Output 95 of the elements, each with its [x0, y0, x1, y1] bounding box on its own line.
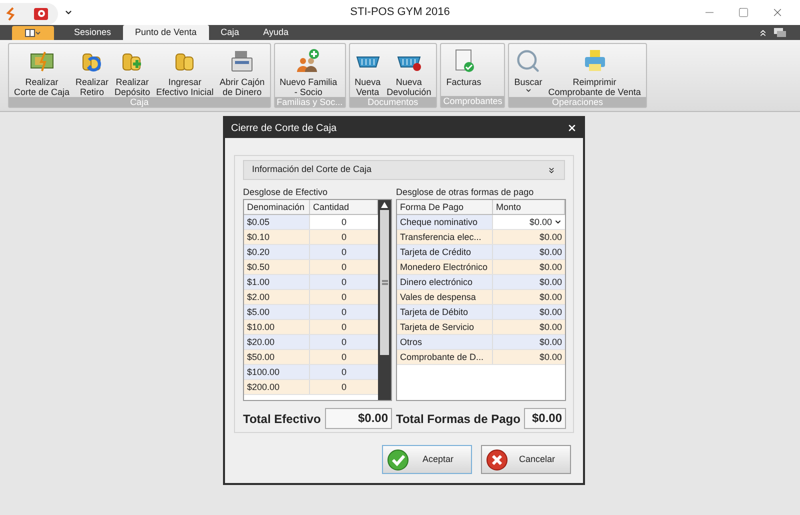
search-icon: [515, 48, 542, 74]
total-label: Total Formas de Pago: [396, 410, 520, 428]
column-header[interactable]: Monto: [493, 200, 565, 214]
menu-icon: [25, 29, 41, 37]
ribbon-tab[interactable]: Ayuda: [251, 25, 300, 40]
table-cell: $0.50: [244, 260, 310, 274]
table-cell: Tarjeta de Servicio: [397, 320, 493, 334]
power-icon[interactable]: [34, 8, 48, 20]
table-cell[interactable]: 0: [310, 335, 378, 349]
table-cell: $100.00: [244, 365, 310, 379]
cancel-icon: [486, 448, 508, 470]
people-add-icon: [295, 48, 322, 74]
column-header[interactable]: Denominación: [244, 200, 310, 214]
table-cell: $2.00: [244, 290, 310, 304]
dialog-title: Cierre de Corte de Caja: [231, 122, 337, 136]
caret-icon: [524, 87, 532, 94]
ribbon-tab[interactable]: Punto de Venta: [123, 25, 209, 40]
window-title: STI-POS GYM 2016: [350, 5, 450, 20]
table-cell: Comprobante de D...: [397, 350, 493, 364]
cash-register-icon: [229, 48, 256, 74]
ribbon-button[interactable]: Nueva Devolución: [384, 44, 434, 97]
windows-icon[interactable]: [774, 28, 788, 38]
customize-caret-icon[interactable]: [64, 8, 73, 17]
table-cell[interactable]: 0: [310, 275, 378, 289]
maximize-icon[interactable]: [738, 7, 749, 18]
collapse-ribbon-icon[interactable]: [758, 28, 768, 38]
ribbon-button[interactable]: Buscar: [511, 44, 546, 97]
table-cell[interactable]: $0.00: [493, 230, 565, 244]
ribbon-button[interactable]: Nueva Venta: [352, 44, 384, 97]
table-cell: $0.10: [244, 230, 310, 244]
total-field: $0.00: [324, 408, 392, 429]
section-label: Desglose de Efectivo: [243, 186, 329, 198]
group-label: Documentos: [350, 97, 436, 107]
table-cell[interactable]: 0: [310, 305, 378, 319]
table-cell[interactable]: $0.00: [493, 335, 565, 349]
table-cell[interactable]: $0.00: [493, 290, 565, 304]
group-label: Familias y Soc...: [274, 97, 345, 107]
table-cell: $20.00: [244, 335, 310, 349]
checkmark-icon: [387, 448, 409, 470]
table-cell[interactable]: 0: [310, 215, 378, 229]
ribbon-button[interactable]: Ingresar Efectivo Inicial: [153, 44, 217, 97]
table-cell: $10.00: [244, 320, 310, 334]
table-cell[interactable]: 0: [310, 365, 378, 379]
ribbon-tab[interactable]: Sesiones: [62, 25, 124, 40]
table-cell[interactable]: $0.00: [493, 260, 565, 274]
table-cell: Vales de despensa: [397, 290, 493, 304]
table-cell: Transferencia elec...: [397, 230, 493, 244]
table-cell[interactable]: 0: [310, 245, 378, 259]
ribbon-button[interactable]: Reimprimir Comprobante de Venta: [545, 44, 644, 97]
cancel-button[interactable]: Cancelar: [481, 445, 571, 474]
total-field: $0.00: [524, 408, 566, 429]
table-cell[interactable]: $0.00: [493, 275, 565, 289]
ribbon-button[interactable]: Nuevo Familia - Socio: [276, 44, 340, 97]
table-cell: Dinero electrónico: [397, 275, 493, 289]
table-cell[interactable]: 0: [310, 320, 378, 334]
total-label: Total Efectivo: [243, 410, 321, 428]
accept-button[interactable]: Aceptar: [382, 445, 472, 474]
close-icon[interactable]: [771, 6, 784, 19]
ribbon-button[interactable]: Abrir Cajón de Dinero: [216, 44, 268, 97]
table-cell: Monedero Electrónico: [397, 260, 493, 274]
table-cell: $1.00: [244, 275, 310, 289]
table-cell[interactable]: $0.00: [493, 350, 565, 364]
ribbon-button[interactable]: Realizar Depósito: [112, 44, 154, 97]
table-cell[interactable]: 0: [310, 290, 378, 304]
table-cell[interactable]: $0.00: [493, 245, 565, 259]
table-cell[interactable]: 0: [310, 350, 378, 364]
table-cell[interactable]: $0.00: [493, 320, 565, 334]
table-cell: Tarjeta de Crédito: [397, 245, 493, 259]
table-cell: Tarjeta de Débito: [397, 305, 493, 319]
table-cell: $200.00: [244, 380, 310, 394]
dropdown-caret-icon[interactable]: [554, 218, 562, 226]
scrollbar[interactable]: [378, 200, 391, 400]
table-cell: Otros: [397, 335, 493, 349]
ribbon-button[interactable]: Realizar Retiro: [72, 44, 112, 97]
group-label: Caja: [9, 97, 270, 107]
ribbon-button[interactable]: Facturas: [443, 44, 484, 96]
group-label: Operaciones: [509, 97, 646, 107]
table-cell[interactable]: 0: [310, 380, 378, 394]
application-menu-button[interactable]: [12, 26, 54, 40]
table-cell[interactable]: 0: [310, 260, 378, 274]
close-icon[interactable]: [567, 123, 577, 133]
group-label: Comprobantes: [441, 96, 504, 107]
table-cell[interactable]: $0.00: [493, 215, 565, 229]
app-logo-icon[interactable]: [6, 6, 16, 20]
table-cell[interactable]: $0.00: [493, 305, 565, 319]
table-cell: $5.00: [244, 305, 310, 319]
table-cell: $50.00: [244, 350, 310, 364]
ribbon-button[interactable]: Realizar Corte de Caja: [11, 44, 73, 97]
column-header[interactable]: Forma De Pago: [397, 200, 493, 214]
table-cell[interactable]: 0: [310, 230, 378, 244]
scroll-up-arrow-icon[interactable]: [381, 202, 388, 208]
section-label: Desglose de otras formas de pago: [396, 186, 535, 198]
info-panel-header[interactable]: Información del Corte de Caja: [243, 160, 565, 180]
ribbon-tab[interactable]: Caja: [208, 25, 252, 40]
table-cell: $0.20: [244, 245, 310, 259]
